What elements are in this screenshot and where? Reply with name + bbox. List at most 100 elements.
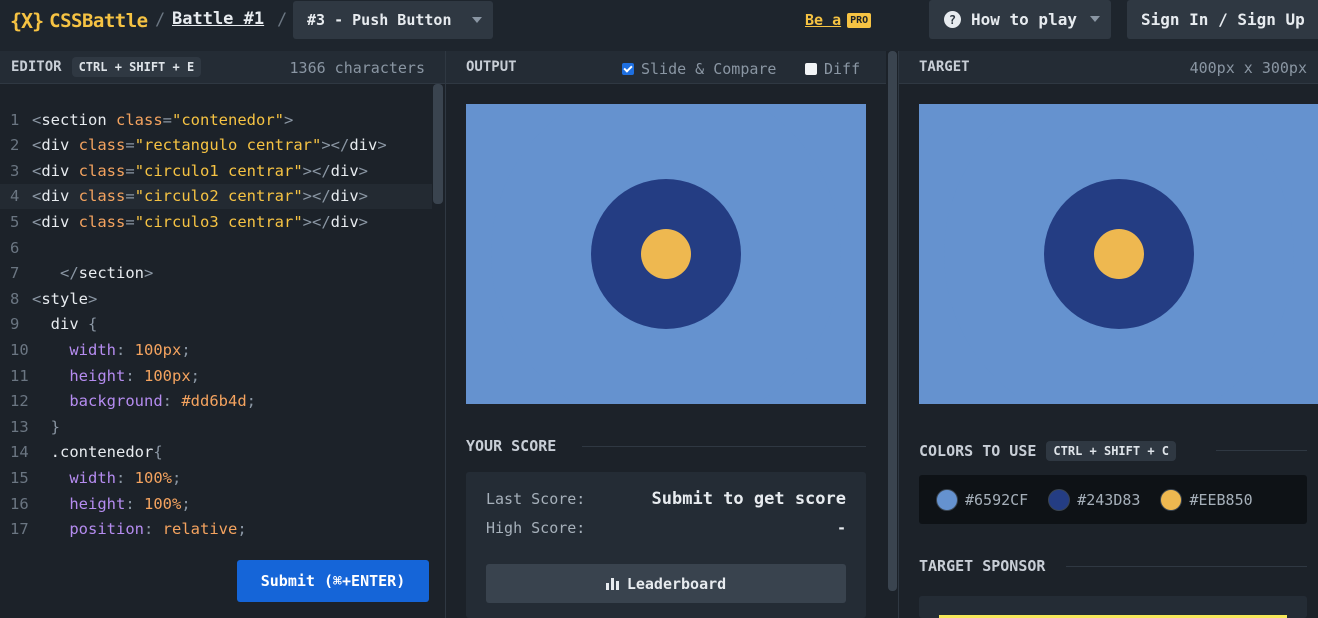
code-line[interactable]: 7 </section> [0,261,432,286]
color-swatch[interactable] [1048,488,1071,511]
leaderboard-button[interactable]: Leaderboard [486,564,846,603]
code-token: < [32,187,42,206]
code-token: : [162,392,182,411]
diff-toggle[interactable]: Diff [805,60,860,78]
color-swatch-item[interactable]: #6592CF [936,488,1028,511]
high-score-value: - [836,519,846,537]
code-text: .contenedor{ [32,443,163,461]
code-line[interactable]: 4 <div class="circulo2 centrar"></div> [0,183,432,209]
bar-chart-icon [605,577,619,590]
code-text: <section class="contenedor"> [32,111,293,129]
cssbattle-logo[interactable]: {X} CSSBattle [10,9,148,33]
color-swatch-item[interactable]: #EEB850 [1160,488,1253,511]
pro-link-text: Be a [805,11,842,29]
code-text: } [32,418,60,436]
diff-checkbox[interactable] [805,63,817,75]
code-token: div [41,161,79,180]
code-token: ></ [321,136,350,155]
code-token: background [69,392,163,411]
code-token: "circulo3 centrar" [134,212,303,231]
submit-button[interactable]: Submit (⌘+ENTER) [237,560,429,602]
output-preview[interactable] [466,104,866,404]
code-text: <div class="circulo3 centrar"></div> [32,213,368,231]
line-number: 15 [10,468,29,487]
code-text: <div class="rectangulo centrar"></div> [32,136,387,154]
code-line[interactable]: 6 [0,235,432,260]
output-panel-header: OUTPUT Slide & Compare Diff [446,51,886,84]
colors-shortcut-badge: CTRL + SHIFT + C [1046,441,1176,461]
question-icon: ? [944,11,961,28]
line-number: 12 [10,392,29,411]
code-token: div [330,212,359,231]
target-select-dropdown[interactable]: #3 - Push Button [293,1,493,39]
code-line[interactable]: 8 <style> [0,286,432,311]
color-swatch[interactable] [1160,488,1183,511]
code-token: > [377,136,387,155]
code-line[interactable]: 2 <div class="rectangulo centrar"></div> [0,133,432,158]
output-title: OUTPUT [466,59,517,75]
code-token: height [69,366,126,385]
battle-link[interactable]: Battle #1 [172,9,264,29]
target-select-label: #3 - Push Button [307,11,452,29]
code-token: { [88,315,98,334]
last-score-value: Submit to get score [651,489,846,509]
code-token: class [116,110,163,129]
code-token: class [78,161,126,180]
code-line[interactable]: 13 } [0,414,432,439]
sign-in-button[interactable]: Sign In / Sign Up [1127,0,1318,39]
code-line[interactable]: 15 width: 100%; [0,465,432,490]
code-token: height [69,494,126,513]
code-token: ></ [302,212,331,231]
code-token: div [41,136,79,155]
be-a-pro-link[interactable]: Be a PRO [805,11,872,29]
code-editor[interactable]: 1 <section class="contenedor"> 2 <div class… [0,84,445,618]
output-scroll-thumb[interactable] [888,51,897,591]
code-text: width: 100px; [32,341,190,359]
color-swatch[interactable] [936,488,958,511]
line-number: 4 [10,187,20,206]
code-line[interactable]: 10 width: 100px; [0,337,432,362]
code-token: ></ [302,187,331,206]
line-number: 6 [10,238,20,257]
code-line[interactable]: 1 <section class="contenedor"> [0,107,432,132]
code-line[interactable]: 11 height: 100px; [0,363,432,388]
panel-divider[interactable] [445,51,446,618]
logo-text: CSSBattle [49,10,148,32]
color-swatch-item[interactable]: #243D83 [1048,488,1140,511]
score-card: Last Score: Submit to get score High Sco… [466,472,866,618]
output-scrollbar[interactable] [887,51,898,618]
code-token: "circulo1 centrar" [134,161,303,180]
code-token: : [125,366,144,385]
line-number: 10 [10,340,29,359]
code-line[interactable]: 12 background: #dd6b4d; [0,389,432,414]
code-text: position: relative; [32,520,246,538]
code-line[interactable]: 17 position: relative; [0,517,432,542]
how-to-play-button[interactable]: ? How to play [929,0,1111,39]
slide-compare-toggle[interactable]: Slide & Compare [622,60,776,78]
sponsor-banner[interactable] [919,596,1307,618]
code-line[interactable]: 16 height: 100%; [0,491,432,516]
code-line[interactable]: 9 div { [0,312,432,337]
code-token: .contenedor [32,443,154,462]
panel-divider[interactable] [898,51,899,618]
top-header: {X} CSSBattle / Battle #1 / #3 - Push Bu… [0,0,1318,51]
code-line[interactable]: 14 .contenedor{ [0,440,432,465]
slide-compare-checkbox[interactable] [622,63,634,75]
code-token: 100% [144,494,182,513]
code-token: = [125,136,135,155]
line-number: 16 [10,494,29,513]
code-line[interactable]: 5 <div class="circulo3 centrar"></div> [0,209,432,234]
code-token: > [358,187,369,206]
editor-scrollbar[interactable] [433,84,443,204]
code-line[interactable]: 3 <div class="circulo1 centrar"></div> [0,158,432,183]
code-token: div [41,212,79,231]
target-sponsor-title: TARGET SPONSOR [919,557,1046,575]
code-token: div [41,187,79,206]
code-token: div [349,136,378,155]
code-token: section [78,264,144,283]
target-panel-header: TARGET 400px x 300px [899,51,1318,84]
